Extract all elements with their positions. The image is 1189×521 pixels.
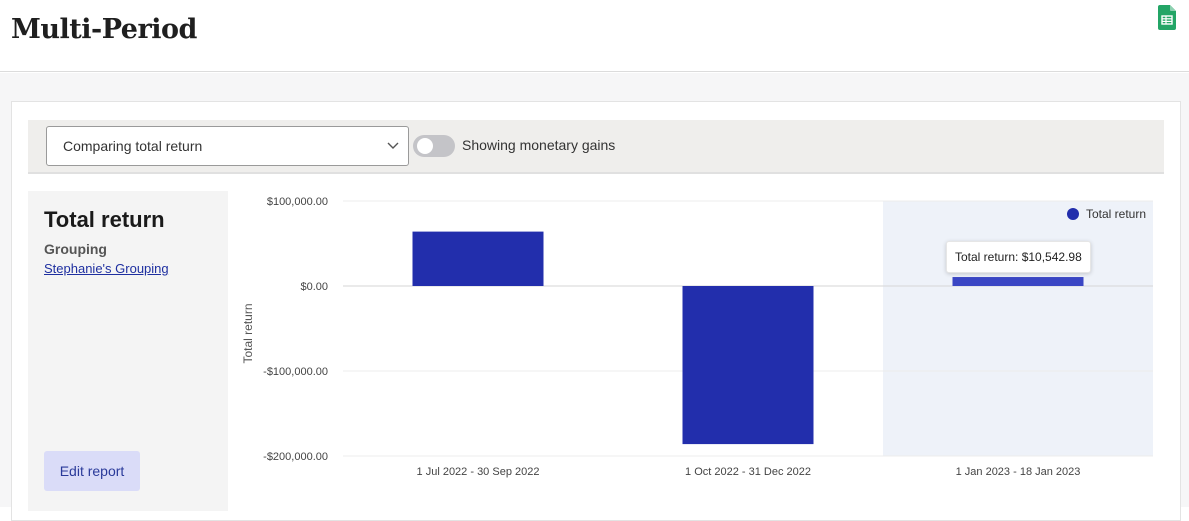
toggle-label: Showing monetary gains [462,137,616,153]
y-tick-label: $0.00 [300,281,328,293]
toggle-knob [417,138,433,154]
bar[interactable] [682,286,814,445]
report-summary: Total return Grouping Stephanie's Groupi… [28,191,228,511]
report-toolbar: Comparing total return Showing monetary … [28,120,1164,174]
monetary-gains-toggle[interactable] [413,135,455,157]
page-header: Multi-Period [0,0,1189,72]
grouping-label: Grouping [44,241,107,257]
grouping-link[interactable]: Stephanie's Grouping [44,261,169,276]
page-title: Multi-Period [11,14,197,45]
y-axis-label: Total return [241,303,255,363]
x-tick-label: 1 Jan 2023 - 18 Jan 2023 [956,466,1081,478]
x-tick-label: 1 Jul 2022 - 30 Sep 2022 [417,466,540,478]
y-tick-label: $100,000.00 [267,196,328,208]
total-return-chart: $100,000.00 $0.00 -$100,000.00 -$200,000.00… [241,196,1153,478]
x-tick-label: 1 Oct 2022 - 31 Dec 2022 [685,466,811,478]
comparison-select-value: Comparing total return [63,138,203,154]
highlighted-period-band [883,201,1153,456]
bar[interactable] [412,231,544,286]
chart-tooltip: Total return: $10,542.98 [946,241,1091,273]
y-tick-label: -$200,000.00 [263,451,328,463]
legend-marker [1067,208,1079,220]
y-tick-label: -$100,000.00 [263,366,328,378]
chevron-down-icon [387,142,399,149]
google-sheets-icon[interactable] [1157,5,1177,30]
legend-label: Total return [1086,207,1146,221]
report-title: Total return [44,207,165,232]
edit-report-button[interactable]: Edit report [44,451,140,491]
bar[interactable] [952,277,1084,286]
comparison-select[interactable]: Comparing total return [46,126,409,166]
